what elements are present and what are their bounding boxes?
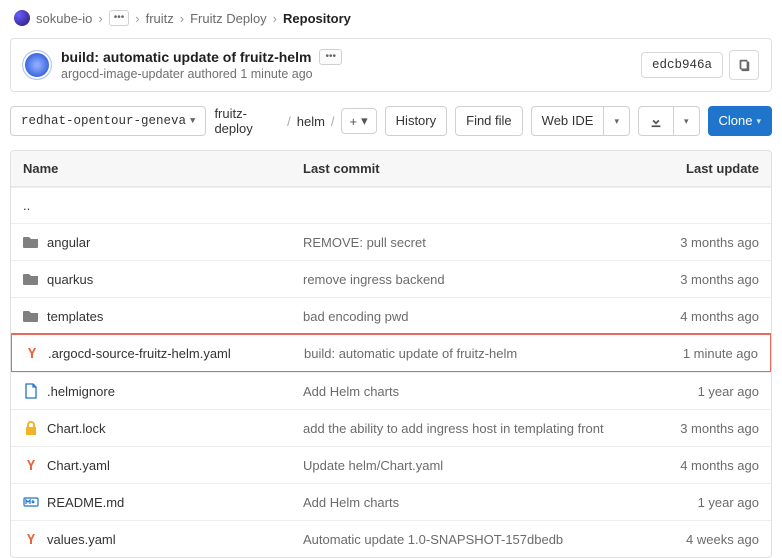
file-last-commit[interactable]: bad encoding pwd (303, 309, 629, 324)
commit-when: 1 minute ago (240, 67, 312, 81)
file-name[interactable]: .argocd-source-fruitz-helm.yaml (48, 346, 231, 361)
breadcrumb-item-current: Repository (283, 11, 351, 26)
table-row[interactable]: README.md Add Helm charts1 year ago (11, 483, 771, 520)
file-updated: 1 year ago (629, 495, 759, 510)
file-updated: 4 months ago (629, 458, 759, 473)
breadcrumb-sep-icon: › (180, 11, 184, 26)
col-commit: Last commit (303, 161, 629, 176)
col-updated: Last update (629, 161, 759, 176)
commit-more-button[interactable]: ••• (319, 49, 342, 65)
add-tree-button[interactable]: + ▾ (341, 108, 377, 134)
file-last-commit[interactable]: Add Helm charts (303, 495, 629, 510)
table-row[interactable]: quarkus remove ingress backend3 months ag… (11, 260, 771, 297)
chevron-down-icon: ▾ (684, 113, 689, 129)
copy-icon (737, 58, 751, 72)
commit-author-avatar-icon (23, 51, 51, 79)
folder-icon (23, 234, 39, 250)
file-updated: 3 months ago (629, 421, 759, 436)
folder-icon (23, 271, 39, 287)
chevron-down-icon: ▾ (614, 113, 619, 129)
webide-dropdown-button[interactable]: ▾ (604, 106, 630, 136)
download-dropdown-button[interactable]: ▾ (674, 106, 700, 136)
file-last-commit[interactable]: build: automatic update of fruitz-helm (304, 346, 628, 361)
file-updated: 1 year ago (629, 384, 759, 399)
file-updated: 3 months ago (629, 235, 759, 250)
yaml-icon (24, 345, 40, 361)
file-tree-table: Name Last commit Last update .. angular R… (10, 150, 772, 558)
breadcrumb-ellipsis-button[interactable]: ••• (109, 10, 130, 26)
file-name[interactable]: Chart.yaml (47, 458, 110, 473)
group-avatar-icon (14, 10, 30, 26)
breadcrumb-item[interactable]: fruitz (146, 11, 174, 26)
lock-icon (23, 420, 39, 436)
table-row[interactable]: .helmignore Add Helm charts1 year ago (11, 372, 771, 409)
file-last-commit[interactable]: Automatic update 1.0-SNAPSHOT-157dbedb (303, 532, 629, 547)
file-name[interactable]: Chart.lock (47, 421, 106, 436)
breadcrumb-item[interactable]: Fruitz Deploy (190, 11, 267, 26)
folder-icon (23, 308, 39, 324)
breadcrumb-sep-icon: › (135, 11, 139, 26)
path-segment[interactable]: fruitz-deploy (214, 106, 281, 136)
commit-author[interactable]: argocd-image-updater (61, 67, 184, 81)
file-name[interactable]: angular (47, 235, 90, 250)
chevron-down-icon: ▾ (756, 113, 761, 129)
table-row[interactable]: .argocd-source-fruitz-helm.yaml build: au… (10, 333, 772, 373)
download-group: ▾ (638, 106, 700, 136)
file-last-commit[interactable]: Add Helm charts (303, 384, 629, 399)
find-file-button[interactable]: Find file (455, 106, 523, 136)
file-last-commit[interactable]: remove ingress backend (303, 272, 629, 287)
download-button[interactable] (638, 106, 674, 136)
file-name[interactable]: templates (47, 309, 103, 324)
table-row[interactable]: values.yaml Automatic update 1.0-SNAPSHOT… (11, 520, 771, 557)
breadcrumb: sokube-io › ••• › fruitz › Fruitz Deploy… (0, 0, 782, 34)
path-segment[interactable]: helm (297, 114, 325, 129)
history-button[interactable]: History (385, 106, 447, 136)
copy-sha-button[interactable] (729, 50, 759, 80)
yaml-icon (23, 531, 39, 547)
path-breadcrumb: fruitz-deploy / helm / + ▾ (214, 106, 376, 136)
file-last-commit[interactable]: add the ability to add ingress host in t… (303, 421, 629, 436)
doc-blue-icon (23, 383, 39, 399)
breadcrumb-sep-icon: › (273, 11, 277, 26)
commit-meta: argocd-image-updater authored 1 minute a… (61, 67, 342, 81)
file-last-commit[interactable]: REMOVE: pull secret (303, 235, 629, 250)
file-updated: 3 months ago (629, 272, 759, 287)
commit-title[interactable]: build: automatic update of fruitz-helm (61, 49, 311, 65)
chevron-down-icon: ▼ (190, 113, 195, 129)
webide-group: Web IDE ▾ (531, 106, 630, 136)
file-updated: 4 weeks ago (629, 532, 759, 547)
file-name[interactable]: quarkus (47, 272, 93, 287)
download-icon (649, 114, 663, 128)
table-header: Name Last commit Last update (11, 151, 771, 187)
clone-button[interactable]: Clone ▾ (708, 106, 773, 136)
file-last-commit[interactable]: Update helm/Chart.yaml (303, 458, 629, 473)
file-name[interactable]: README.md (47, 495, 124, 510)
webide-button[interactable]: Web IDE (531, 106, 605, 136)
table-row[interactable]: Chart.yaml Update helm/Chart.yaml4 months… (11, 446, 771, 483)
col-name: Name (23, 161, 303, 176)
table-row[interactable]: angular REMOVE: pull secret3 months ago (11, 223, 771, 260)
file-updated: 1 minute ago (628, 346, 758, 361)
breadcrumb-sep-icon: › (98, 11, 102, 26)
breadcrumb-root[interactable]: sokube-io (36, 11, 92, 26)
file-updated: 4 months ago (629, 309, 759, 324)
file-name[interactable]: values.yaml (47, 532, 116, 547)
yaml-icon (23, 457, 39, 473)
commit-sha[interactable]: edcb946a (641, 52, 723, 78)
up-directory-row[interactable]: .. (11, 187, 771, 223)
table-row[interactable]: templates bad encoding pwd4 months ago (11, 297, 771, 334)
md-icon (23, 494, 39, 510)
table-row[interactable]: Chart.lock add the ability to add ingress… (11, 409, 771, 446)
branch-select[interactable]: redhat-opentour-geneva ▼ (10, 106, 206, 136)
last-commit-panel: build: automatic update of fruitz-helm •… (10, 38, 772, 92)
chevron-down-icon: ▾ (361, 113, 368, 129)
file-name[interactable]: .helmignore (47, 384, 115, 399)
repo-toolbar: redhat-opentour-geneva ▼ fruitz-deploy /… (10, 106, 772, 136)
